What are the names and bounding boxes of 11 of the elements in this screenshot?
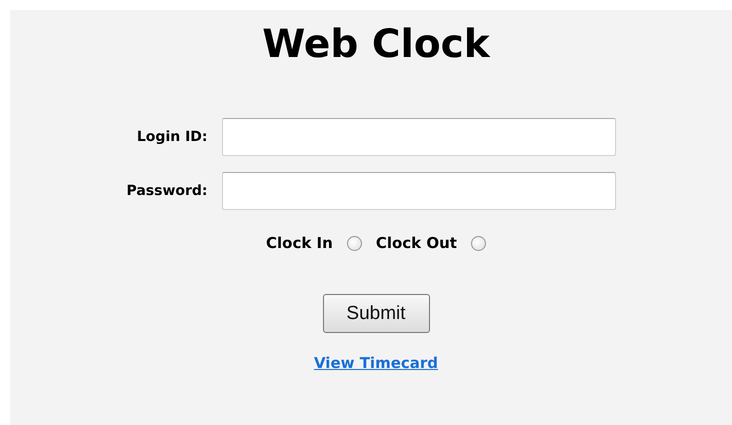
option-label: Clock Out xyxy=(376,234,457,252)
submit-button[interactable]: Submit xyxy=(322,294,430,333)
timecard-link[interactable]: View Timecard xyxy=(314,354,438,372)
page-title: Web Clock xyxy=(262,21,490,69)
input-field[interactable] xyxy=(222,118,616,156)
radio-button[interactable] xyxy=(346,236,362,250)
field-label: Password: xyxy=(126,183,209,199)
field-label: Login ID: xyxy=(136,129,209,145)
input-field[interactable] xyxy=(222,172,616,210)
option-label: Clock In xyxy=(266,234,333,252)
radio-button[interactable] xyxy=(470,236,486,250)
